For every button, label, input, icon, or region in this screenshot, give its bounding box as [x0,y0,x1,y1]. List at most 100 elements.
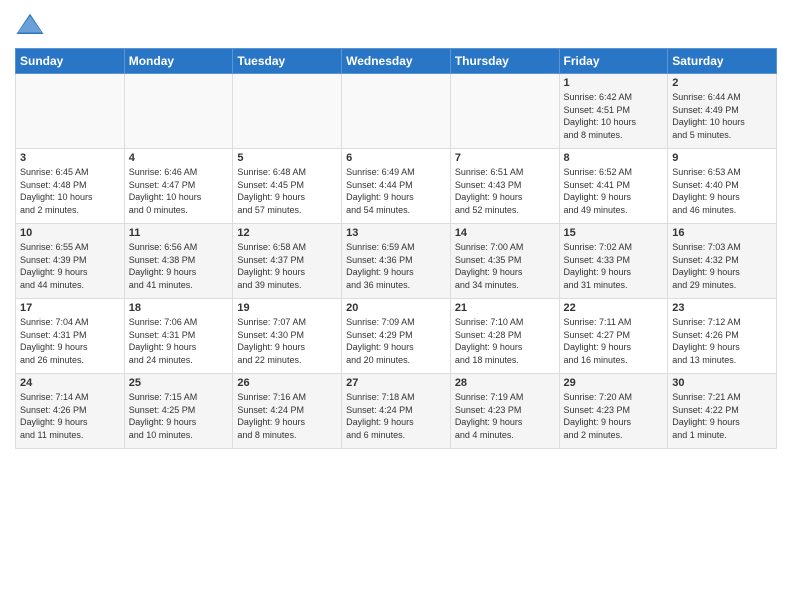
calendar-cell: 25 Sunrise: 7:15 AM Sunset: 4:25 PM Dayli… [124,374,233,449]
weekday-header-saturday: Saturday [668,49,777,74]
logo [15,10,49,40]
day-info: Sunrise: 7:07 AM Sunset: 4:30 PM Dayligh… [237,316,337,366]
calendar-cell [450,74,559,149]
day-info: Sunrise: 6:56 AM Sunset: 4:38 PM Dayligh… [129,241,229,291]
day-number: 16 [672,227,772,239]
day-number: 13 [346,227,446,239]
page-header [15,10,777,40]
calendar-week-1: 1 Sunrise: 6:42 AM Sunset: 4:51 PM Daylig… [16,74,777,149]
day-number: 2 [672,77,772,89]
weekday-header-tuesday: Tuesday [233,49,342,74]
day-number: 17 [20,302,120,314]
day-number: 22 [564,302,664,314]
calendar-body: 1 Sunrise: 6:42 AM Sunset: 4:51 PM Daylig… [16,74,777,449]
calendar-cell: 6Sunrise: 6:49 AM Sunset: 4:44 PM Daylig… [342,149,451,224]
day-info: Sunrise: 7:20 AM Sunset: 4:23 PM Dayligh… [564,391,664,441]
day-info: Sunrise: 6:52 AM Sunset: 4:41 PM Dayligh… [564,166,664,216]
day-number: 26 [237,377,337,389]
weekday-header-friday: Friday [559,49,668,74]
day-info: Sunrise: 7:09 AM Sunset: 4:29 PM Dayligh… [346,316,446,366]
day-info: Sunrise: 6:42 AM Sunset: 4:51 PM Dayligh… [564,91,664,141]
day-info: Sunrise: 6:45 AM Sunset: 4:48 PM Dayligh… [20,166,120,216]
calendar-cell [342,74,451,149]
day-info: Sunrise: 7:14 AM Sunset: 4:26 PM Dayligh… [20,391,120,441]
calendar-cell: 10 Sunrise: 6:55 AM Sunset: 4:39 PM Dayli… [16,224,125,299]
day-number: 12 [237,227,337,239]
calendar-cell: 26 Sunrise: 7:16 AM Sunset: 4:24 PM Dayli… [233,374,342,449]
day-info: Sunrise: 6:55 AM Sunset: 4:39 PM Dayligh… [20,241,120,291]
calendar-cell: 20Sunrise: 7:09 AM Sunset: 4:29 PM Dayli… [342,299,451,374]
day-number: 21 [455,302,555,314]
day-number: 11 [129,227,229,239]
calendar-table: SundayMondayTuesdayWednesdayThursdayFrid… [15,48,777,449]
day-number: 4 [129,152,229,164]
weekday-row: SundayMondayTuesdayWednesdayThursdayFrid… [16,49,777,74]
day-info: Sunrise: 6:48 AM Sunset: 4:45 PM Dayligh… [237,166,337,216]
day-number: 15 [564,227,664,239]
calendar-cell: 28Sunrise: 7:19 AM Sunset: 4:23 PM Dayli… [450,374,559,449]
day-info: Sunrise: 6:58 AM Sunset: 4:37 PM Dayligh… [237,241,337,291]
calendar-cell: 1 Sunrise: 6:42 AM Sunset: 4:51 PM Daylig… [559,74,668,149]
calendar-header: SundayMondayTuesdayWednesdayThursdayFrid… [16,49,777,74]
day-info: Sunrise: 7:12 AM Sunset: 4:26 PM Dayligh… [672,316,772,366]
day-info: Sunrise: 6:51 AM Sunset: 4:43 PM Dayligh… [455,166,555,216]
day-number: 7 [455,152,555,164]
day-info: Sunrise: 7:19 AM Sunset: 4:23 PM Dayligh… [455,391,555,441]
calendar-cell: 13 Sunrise: 6:59 AM Sunset: 4:36 PM Dayli… [342,224,451,299]
calendar-cell: 21 Sunrise: 7:10 AM Sunset: 4:28 PM Dayli… [450,299,559,374]
weekday-header-monday: Monday [124,49,233,74]
calendar-cell: 17 Sunrise: 7:04 AM Sunset: 4:31 PM Dayli… [16,299,125,374]
day-info: Sunrise: 7:06 AM Sunset: 4:31 PM Dayligh… [129,316,229,366]
day-number: 5 [237,152,337,164]
day-info: Sunrise: 7:04 AM Sunset: 4:31 PM Dayligh… [20,316,120,366]
calendar-week-2: 3Sunrise: 6:45 AM Sunset: 4:48 PM Daylig… [16,149,777,224]
day-number: 27 [346,377,446,389]
calendar-cell: 7 Sunrise: 6:51 AM Sunset: 4:43 PM Daylig… [450,149,559,224]
day-info: Sunrise: 7:21 AM Sunset: 4:22 PM Dayligh… [672,391,772,441]
weekday-header-wednesday: Wednesday [342,49,451,74]
calendar-cell: 2Sunrise: 6:44 AM Sunset: 4:49 PM Daylig… [668,74,777,149]
calendar-cell: 8 Sunrise: 6:52 AM Sunset: 4:41 PM Daylig… [559,149,668,224]
day-info: Sunrise: 7:00 AM Sunset: 4:35 PM Dayligh… [455,241,555,291]
calendar-cell: 15 Sunrise: 7:02 AM Sunset: 4:33 PM Dayli… [559,224,668,299]
calendar-week-5: 24 Sunrise: 7:14 AM Sunset: 4:26 PM Dayli… [16,374,777,449]
day-number: 6 [346,152,446,164]
calendar-cell: 16 Sunrise: 7:03 AM Sunset: 4:32 PM Dayli… [668,224,777,299]
day-number: 25 [129,377,229,389]
day-number: 10 [20,227,120,239]
calendar-cell: 24 Sunrise: 7:14 AM Sunset: 4:26 PM Dayli… [16,374,125,449]
calendar-cell: 18 Sunrise: 7:06 AM Sunset: 4:31 PM Dayli… [124,299,233,374]
calendar-cell [233,74,342,149]
calendar-cell: 9 Sunrise: 6:53 AM Sunset: 4:40 PM Daylig… [668,149,777,224]
calendar-cell: 30 Sunrise: 7:21 AM Sunset: 4:22 PM Dayli… [668,374,777,449]
day-info: Sunrise: 6:59 AM Sunset: 4:36 PM Dayligh… [346,241,446,291]
weekday-header-thursday: Thursday [450,49,559,74]
day-info: Sunrise: 7:18 AM Sunset: 4:24 PM Dayligh… [346,391,446,441]
calendar-week-3: 10 Sunrise: 6:55 AM Sunset: 4:39 PM Dayli… [16,224,777,299]
calendar-cell: 14 Sunrise: 7:00 AM Sunset: 4:35 PM Dayli… [450,224,559,299]
calendar-cell: 12 Sunrise: 6:58 AM Sunset: 4:37 PM Dayli… [233,224,342,299]
day-info: Sunrise: 7:10 AM Sunset: 4:28 PM Dayligh… [455,316,555,366]
day-number: 8 [564,152,664,164]
day-number: 23 [672,302,772,314]
calendar-cell: 5 Sunrise: 6:48 AM Sunset: 4:45 PM Daylig… [233,149,342,224]
day-info: Sunrise: 7:03 AM Sunset: 4:32 PM Dayligh… [672,241,772,291]
day-info: Sunrise: 6:53 AM Sunset: 4:40 PM Dayligh… [672,166,772,216]
day-info: Sunrise: 7:15 AM Sunset: 4:25 PM Dayligh… [129,391,229,441]
day-number: 18 [129,302,229,314]
day-info: Sunrise: 7:16 AM Sunset: 4:24 PM Dayligh… [237,391,337,441]
day-number: 30 [672,377,772,389]
calendar-cell: 19 Sunrise: 7:07 AM Sunset: 4:30 PM Dayli… [233,299,342,374]
day-number: 19 [237,302,337,314]
day-number: 24 [20,377,120,389]
calendar-cell: 4Sunrise: 6:46 AM Sunset: 4:47 PM Daylig… [124,149,233,224]
day-number: 14 [455,227,555,239]
day-number: 1 [564,77,664,89]
calendar-cell: 11 Sunrise: 6:56 AM Sunset: 4:38 PM Dayli… [124,224,233,299]
day-number: 9 [672,152,772,164]
calendar-cell: 3Sunrise: 6:45 AM Sunset: 4:48 PM Daylig… [16,149,125,224]
day-info: Sunrise: 7:02 AM Sunset: 4:33 PM Dayligh… [564,241,664,291]
calendar-cell [124,74,233,149]
calendar-cell [16,74,125,149]
calendar-week-4: 17 Sunrise: 7:04 AM Sunset: 4:31 PM Dayli… [16,299,777,374]
